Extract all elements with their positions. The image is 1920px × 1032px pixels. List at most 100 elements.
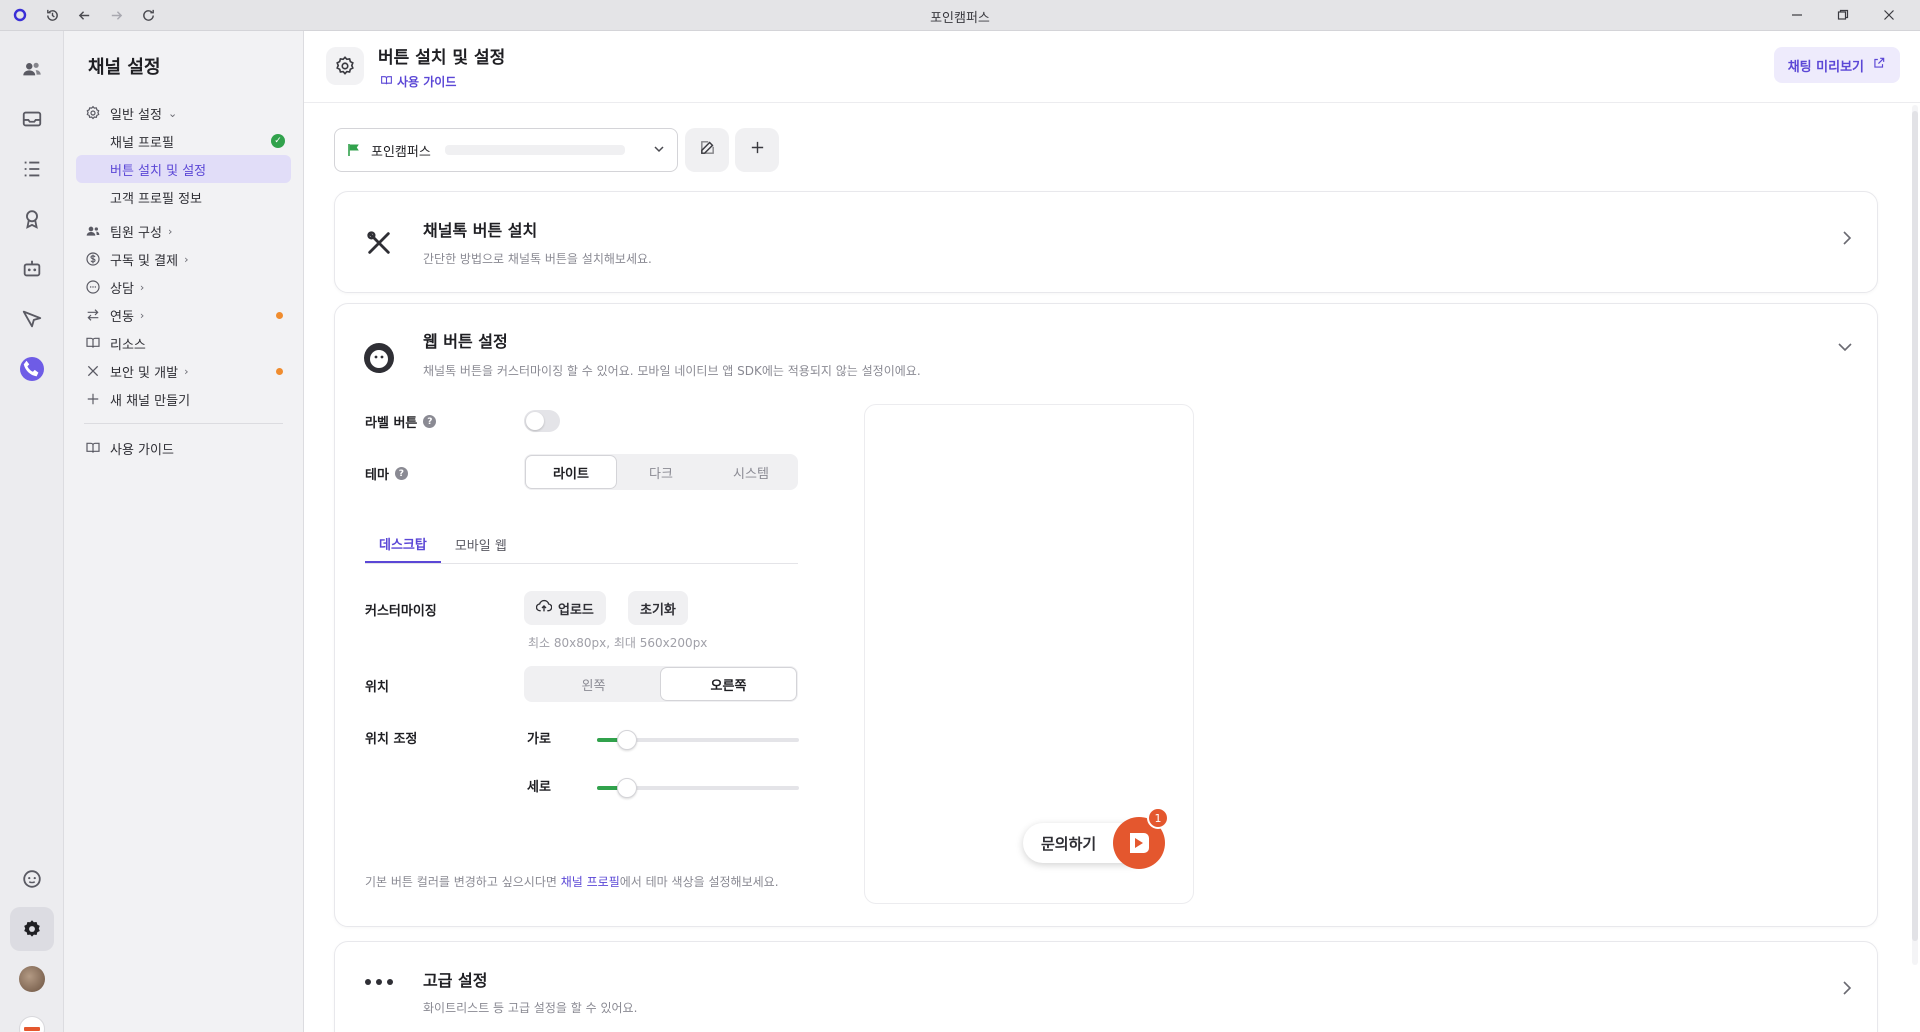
workspace-logo-icon[interactable] [10, 1007, 54, 1032]
position-option-left[interactable]: 왼쪽 [526, 668, 661, 700]
gear-icon [326, 47, 364, 85]
gear-icon [84, 104, 102, 122]
chevron-down-icon[interactable] [1837, 338, 1853, 357]
sidebar-item-customer-profile[interactable]: 고객 프로필 정보 [76, 183, 291, 211]
sidebar-item-resources[interactable]: 리소스 [76, 329, 291, 357]
button-preview-panel: 문의하기 1 [864, 404, 1194, 904]
toggle-knob [526, 412, 544, 430]
theme-row: 테마 ? [365, 464, 408, 483]
card-title: 채널톡 버튼 설치 [423, 221, 538, 240]
channel-profile-link[interactable]: 채널 프로필 [561, 875, 620, 889]
sidebar-item-label: 새 채널 만들기 [110, 393, 191, 409]
unread-badge: 1 [1147, 807, 1169, 829]
book-icon [84, 439, 102, 457]
sidebar-item-security[interactable]: 보안 및 개발 › [76, 357, 291, 385]
sidebar-item-guide[interactable]: 사용 가이드 [76, 434, 291, 462]
sidebar-item-button-settings[interactable]: 버튼 설치 및 설정 [76, 155, 291, 183]
settings-sidebar: 채널 설정 일반 설정 ⌄ 채널 프로필 ✓ 버튼 설치 및 설정 고객 프로필… [64, 31, 304, 1032]
notification-dot [276, 367, 283, 375]
sidebar-item-label: 팀원 구성 [110, 225, 162, 241]
chat-bubble-icon [84, 278, 102, 296]
chevron-right-icon: › [184, 364, 189, 378]
rail-inbox-icon[interactable] [10, 97, 54, 141]
sidebar-item-label: 리소스 [110, 337, 146, 353]
card-title: 웹 버튼 설정 [423, 332, 508, 351]
close-icon[interactable] [1866, 3, 1912, 27]
guide-link-label: 사용 가이드 [397, 75, 457, 89]
scrollbar-thumb[interactable] [1912, 111, 1918, 941]
theme-option-light[interactable]: 라이트 [526, 456, 616, 488]
book-icon [84, 334, 102, 352]
web-button-settings-card: 웹 버튼 설정 채널톡 버튼을 커스터마이징 할 수 있어요. 모바일 네이티브… [334, 303, 1878, 927]
swap-icon [84, 306, 102, 324]
window-controls [1774, 3, 1912, 27]
card-description: 화이트리스트 등 고급 설정을 할 수 있어요. [423, 1001, 638, 1015]
customizing-hint: 최소 80x80px, 최대 560x200px [528, 636, 708, 650]
reset-button[interactable]: 초기화 [628, 591, 688, 625]
rail-settings-icon[interactable] [10, 907, 54, 951]
rail-bot-icon[interactable] [10, 247, 54, 291]
tab-mobile-web[interactable]: 모바일 웹 [441, 526, 521, 563]
icon-rail [0, 31, 64, 1032]
tab-desktop[interactable]: 데스크탑 [365, 526, 441, 563]
sidebar-item-new-channel[interactable]: 새 채널 만들기 [76, 385, 291, 413]
page-title: 버튼 설치 및 설정 [378, 48, 506, 68]
slider-knob[interactable] [617, 730, 637, 750]
channel-select[interactable]: 포인캠퍼스 [334, 128, 678, 172]
plus-icon [84, 390, 102, 408]
rail-list-icon[interactable] [10, 147, 54, 191]
rail-contacts-icon[interactable] [10, 47, 54, 91]
rail-help-chat-icon[interactable] [10, 857, 54, 901]
chevron-right-icon: › [139, 308, 145, 322]
theme-segmented-control: 라이트 다크 시스템 [524, 454, 798, 490]
rail-phone-icon[interactable] [10, 347, 54, 391]
chat-preview-button[interactable]: 채팅 미리보기 [1773, 47, 1900, 83]
tools-icon [84, 362, 102, 380]
sidebar-item-billing[interactable]: 구독 및 결제 › [76, 245, 291, 273]
sidebar-item-label: 고객 프로필 정보 [110, 191, 202, 207]
notification-dot [276, 311, 283, 319]
slider-knob[interactable] [617, 778, 637, 798]
sidebar-item-integration[interactable]: 연동 › [76, 301, 291, 329]
help-icon[interactable]: ? [423, 415, 437, 428]
footnote-text: 기본 버튼 컬러를 변경하고 싶으시다면 [365, 875, 561, 889]
minimize-icon[interactable] [1774, 3, 1820, 27]
chat-preview-label: 채팅 미리보기 [1787, 59, 1864, 75]
label-button-toggle[interactable] [524, 410, 560, 432]
edit-channel-button[interactable] [685, 128, 729, 172]
sidebar-item-label: 사용 가이드 [110, 442, 174, 458]
tools-icon [361, 225, 397, 261]
position-option-right[interactable]: 오른쪽 [661, 668, 796, 700]
label-button-row: 라벨 버튼 ? [365, 412, 437, 431]
rail-send-icon[interactable] [10, 297, 54, 341]
sidebar-item-consult[interactable]: 상담 › [76, 273, 291, 301]
page-header: 버튼 설치 및 설정 사용 가이드 채팅 미리보기 [304, 31, 1920, 103]
chevron-right-icon: › [167, 224, 173, 238]
footnote-text: 에서 테마 색상을 설정해보세요. [619, 875, 779, 889]
sidebar-item-general[interactable]: 일반 설정 ⌄ [76, 99, 291, 127]
book-icon [380, 74, 393, 90]
user-avatar[interactable] [10, 957, 54, 1001]
restore-icon[interactable] [1820, 3, 1866, 27]
sidebar-item-team[interactable]: 팀원 구성 › [76, 217, 291, 245]
horizontal-slider[interactable] [597, 730, 799, 750]
chevron-down-icon: ⌄ [167, 106, 178, 120]
people-icon [84, 222, 102, 240]
sidebar-item-label: 상담 [110, 281, 134, 297]
upload-button-label: 업로드 [558, 602, 594, 618]
add-channel-button[interactable] [735, 128, 779, 172]
help-icon[interactable]: ? [394, 467, 408, 480]
guide-link[interactable]: 사용 가이드 [380, 73, 456, 90]
rail-badge-icon[interactable] [10, 197, 54, 241]
sidebar-item-channel-profile[interactable]: 채널 프로필 ✓ [76, 127, 291, 155]
advanced-settings-card[interactable]: 고급 설정 화이트리스트 등 고급 설정을 할 수 있어요. [334, 941, 1878, 1032]
sidebar-item-label: 보안 및 개발 [110, 365, 179, 381]
position-adjust-label: 위치 조정 [365, 732, 418, 747]
theme-option-dark[interactable]: 다크 [616, 456, 706, 488]
card-description: 채널톡 버튼을 커스터마이징 할 수 있어요. 모바일 네이티브 앱 SDK에는… [423, 364, 921, 378]
vertical-slider[interactable] [597, 778, 799, 798]
install-button-card[interactable]: 채널톡 버튼 설치 간단한 방법으로 채널톡 버튼을 설치해보세요. [334, 191, 1878, 293]
card-description: 간단한 방법으로 채널톡 버튼을 설치해보세요. [423, 252, 652, 266]
upload-button[interactable]: 업로드 [524, 591, 606, 625]
theme-option-system[interactable]: 시스템 [706, 456, 796, 488]
